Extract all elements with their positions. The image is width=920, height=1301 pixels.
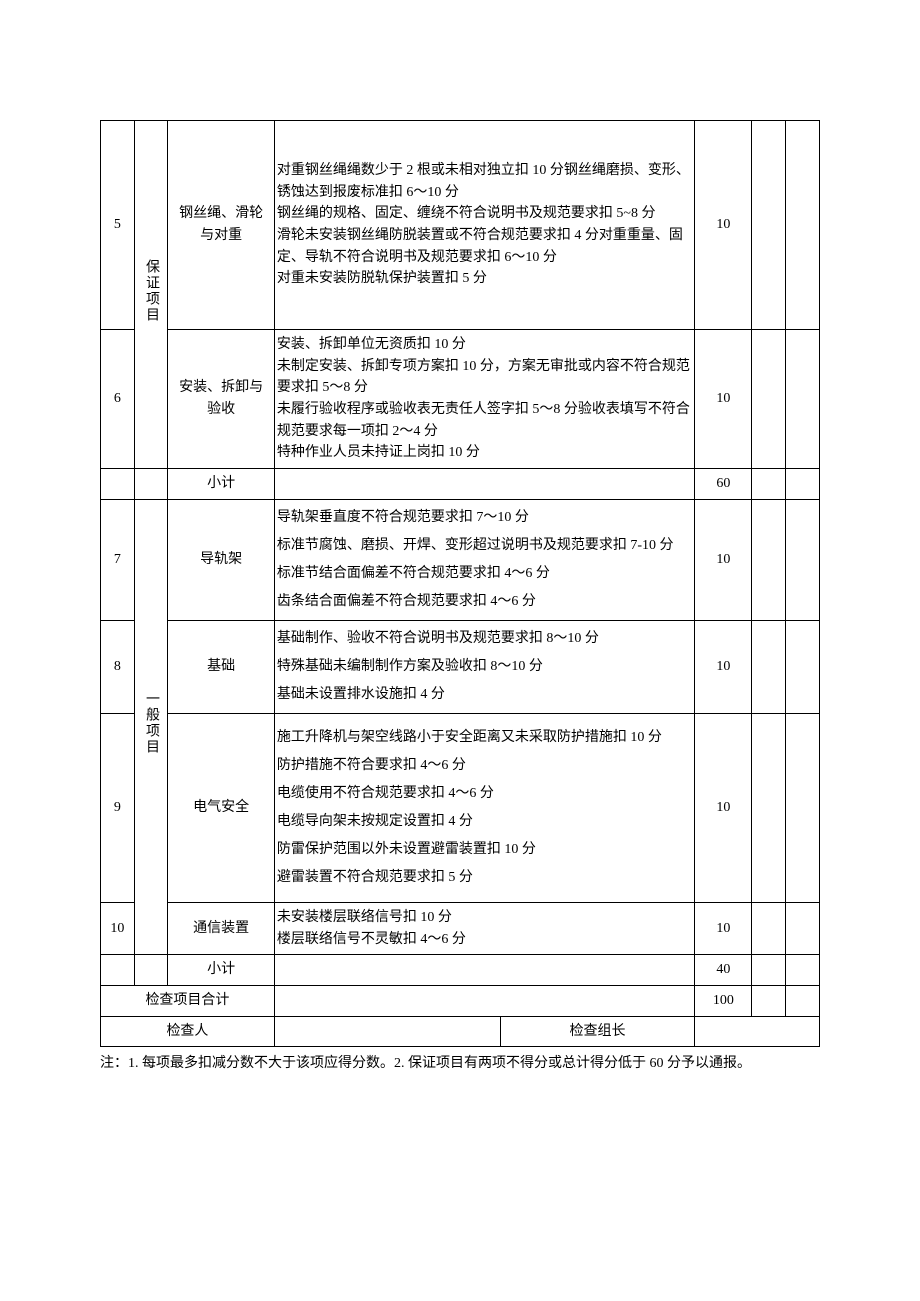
desc-line: 避雷装置不符合规范要求扣 5 分 bbox=[277, 864, 692, 892]
desc-line: 楼层联络信号不灵敏扣 4～6 分 bbox=[277, 929, 692, 951]
signature-row: 检查人 检查组长 bbox=[101, 1016, 820, 1047]
blank-cell bbox=[274, 985, 694, 1016]
desc-line: 电缆使用不符合规范要求扣 4～6 分 bbox=[277, 780, 692, 808]
blank-cell bbox=[786, 902, 820, 954]
desc-line: 对重钢丝绳绳数少于 2 根或未相对独立扣 10 分钢丝绳磨损、变形、锈蚀达到报废… bbox=[277, 160, 692, 203]
blank-cell bbox=[786, 713, 820, 902]
desc-line: 安装、拆卸单位无资质扣 10 分 bbox=[277, 334, 692, 356]
blank-cell bbox=[101, 469, 135, 500]
inspector-value bbox=[274, 1016, 500, 1047]
category-cell: 保证项目 bbox=[134, 121, 168, 469]
inspector-label: 检查人 bbox=[101, 1016, 275, 1047]
desc-line: 标准节结合面偏差不符合规范要求扣 4～6 分 bbox=[277, 560, 692, 588]
row-number: 7 bbox=[101, 499, 135, 620]
blank-cell bbox=[752, 620, 786, 713]
blank-cell bbox=[134, 955, 168, 986]
blank-cell bbox=[786, 955, 820, 986]
blank-cell bbox=[134, 469, 168, 500]
desc-line: 基础制作、验收不符合说明书及规范要求扣 8～10 分 bbox=[277, 625, 692, 653]
row-number: 5 bbox=[101, 121, 135, 330]
blank-cell bbox=[752, 121, 786, 330]
teamlead-label: 检查组长 bbox=[500, 1016, 695, 1047]
score-cell: 10 bbox=[695, 499, 752, 620]
table-row: 6 安装、拆卸与验收 安装、拆卸单位无资质扣 10 分 未制定安装、拆卸专项方案… bbox=[101, 330, 820, 469]
inspection-table: 5 保证项目 钢丝绳、滑轮与对重 对重钢丝绳绳数少于 2 根或未相对独立扣 10… bbox=[100, 120, 820, 1047]
subtotal-value: 60 bbox=[695, 469, 752, 500]
item-name: 钢丝绳、滑轮与对重 bbox=[168, 121, 274, 330]
total-value: 100 bbox=[695, 985, 752, 1016]
item-desc: 基础制作、验收不符合说明书及规范要求扣 8～10 分 特殊基础未编制制作方案及验… bbox=[274, 620, 694, 713]
blank-cell bbox=[752, 499, 786, 620]
desc-line: 特种作业人员未持证上岗扣 10 分 bbox=[277, 442, 692, 464]
blank-cell bbox=[786, 985, 820, 1016]
desc-line: 基础未设置排水设施扣 4 分 bbox=[277, 681, 692, 709]
score-cell: 10 bbox=[695, 121, 752, 330]
blank-cell bbox=[786, 499, 820, 620]
item-desc: 导轨架垂直度不符合规范要求扣 7～10 分 标准节腐蚀、磨损、开焊、变形超过说明… bbox=[274, 499, 694, 620]
score-cell: 10 bbox=[695, 330, 752, 469]
desc-line: 电缆导向架未按规定设置扣 4 分 bbox=[277, 808, 692, 836]
blank-cell bbox=[752, 955, 786, 986]
desc-line: 防雷保护范围以外未设置避雷装置扣 10 分 bbox=[277, 836, 692, 864]
subtotal-row: 小计 40 bbox=[101, 955, 820, 986]
subtotal-label: 小计 bbox=[168, 955, 274, 986]
desc-line: 导轨架垂直度不符合规范要求扣 7～10 分 bbox=[277, 504, 692, 532]
desc-line: 对重未安装防脱轨保护装置扣 5 分 bbox=[277, 268, 692, 290]
document-page: 5 保证项目 钢丝绳、滑轮与对重 对重钢丝绳绳数少于 2 根或未相对独立扣 10… bbox=[0, 0, 920, 1114]
blank-cell bbox=[752, 902, 786, 954]
item-desc: 安装、拆卸单位无资质扣 10 分 未制定安装、拆卸专项方案扣 10 分，方案无审… bbox=[274, 330, 694, 469]
row-number: 10 bbox=[101, 902, 135, 954]
item-name: 安装、拆卸与验收 bbox=[168, 330, 274, 469]
category-label: 一般项目 bbox=[140, 691, 162, 755]
desc-line: 滑轮未安装钢丝绳防脱装置或不符合规范要求扣 4 分对重重量、固定、导轨不符合说明… bbox=[277, 225, 692, 268]
item-name: 通信装置 bbox=[168, 902, 274, 954]
blank-cell bbox=[786, 620, 820, 713]
score-cell: 10 bbox=[695, 713, 752, 902]
item-name: 电气安全 bbox=[168, 713, 274, 902]
teamlead-value bbox=[695, 1016, 820, 1047]
desc-line: 未履行验收程序或验收表无责任人签字扣 5～8 分验收表填写不符合规范要求每一项扣… bbox=[277, 399, 692, 442]
blank-cell bbox=[752, 330, 786, 469]
row-number: 6 bbox=[101, 330, 135, 469]
subtotal-label: 小计 bbox=[168, 469, 274, 500]
score-cell: 10 bbox=[695, 902, 752, 954]
category-cell: 一般项目 bbox=[134, 499, 168, 954]
blank-cell bbox=[274, 955, 694, 986]
category-label: 保证项目 bbox=[140, 259, 162, 323]
blank-cell bbox=[786, 121, 820, 330]
table-row: 10 通信装置 未安装楼层联络信号扣 10 分 楼层联络信号不灵敏扣 4～6 分… bbox=[101, 902, 820, 954]
item-desc: 未安装楼层联络信号扣 10 分 楼层联络信号不灵敏扣 4～6 分 bbox=[274, 902, 694, 954]
blank-cell bbox=[101, 955, 135, 986]
item-desc: 施工升降机与架空线路小于安全距离又未采取防护措施扣 10 分 防护措施不符合要求… bbox=[274, 713, 694, 902]
table-row: 9 电气安全 施工升降机与架空线路小于安全距离又未采取防护措施扣 10 分 防护… bbox=[101, 713, 820, 902]
item-name: 基础 bbox=[168, 620, 274, 713]
item-desc: 对重钢丝绳绳数少于 2 根或未相对独立扣 10 分钢丝绳磨损、变形、锈蚀达到报废… bbox=[274, 121, 694, 330]
desc-line: 标准节腐蚀、磨损、开焊、变形超过说明书及规范要求扣 7-10 分 bbox=[277, 532, 692, 560]
desc-line: 特殊基础未编制制作方案及验收扣 8～10 分 bbox=[277, 653, 692, 681]
table-row: 7 一般项目 导轨架 导轨架垂直度不符合规范要求扣 7～10 分 标准节腐蚀、磨… bbox=[101, 499, 820, 620]
blank-cell bbox=[752, 713, 786, 902]
subtotal-row: 小计 60 bbox=[101, 469, 820, 500]
desc-line: 防护措施不符合要求扣 4～6 分 bbox=[277, 752, 692, 780]
blank-cell bbox=[786, 469, 820, 500]
table-row: 5 保证项目 钢丝绳、滑轮与对重 对重钢丝绳绳数少于 2 根或未相对独立扣 10… bbox=[101, 121, 820, 330]
desc-line: 钢丝绳的规格、固定、缠绕不符合说明书及规范要求扣 5~8 分 bbox=[277, 203, 692, 225]
table-row: 8 基础 基础制作、验收不符合说明书及规范要求扣 8～10 分 特殊基础未编制制… bbox=[101, 620, 820, 713]
footnote: 注：1. 每项最多扣减分数不大于该项应得分数。2. 保证项目有两项不得分或总计得… bbox=[100, 1053, 820, 1074]
blank-cell bbox=[274, 469, 694, 500]
score-cell: 10 bbox=[695, 620, 752, 713]
blank-cell bbox=[752, 469, 786, 500]
row-number: 9 bbox=[101, 713, 135, 902]
desc-line: 未安装楼层联络信号扣 10 分 bbox=[277, 907, 692, 929]
desc-line: 未制定安装、拆卸专项方案扣 10 分，方案无审批或内容不符合规范要求扣 5～8 … bbox=[277, 356, 692, 399]
desc-line: 齿条结合面偏差不符合规范要求扣 4～6 分 bbox=[277, 588, 692, 616]
row-number: 8 bbox=[101, 620, 135, 713]
desc-line: 施工升降机与架空线路小于安全距离又未采取防护措施扣 10 分 bbox=[277, 724, 692, 752]
total-row: 检查项目合计 100 bbox=[101, 985, 820, 1016]
subtotal-value: 40 bbox=[695, 955, 752, 986]
item-name: 导轨架 bbox=[168, 499, 274, 620]
total-label: 检查项目合计 bbox=[101, 985, 275, 1016]
blank-cell bbox=[752, 985, 786, 1016]
blank-cell bbox=[786, 330, 820, 469]
